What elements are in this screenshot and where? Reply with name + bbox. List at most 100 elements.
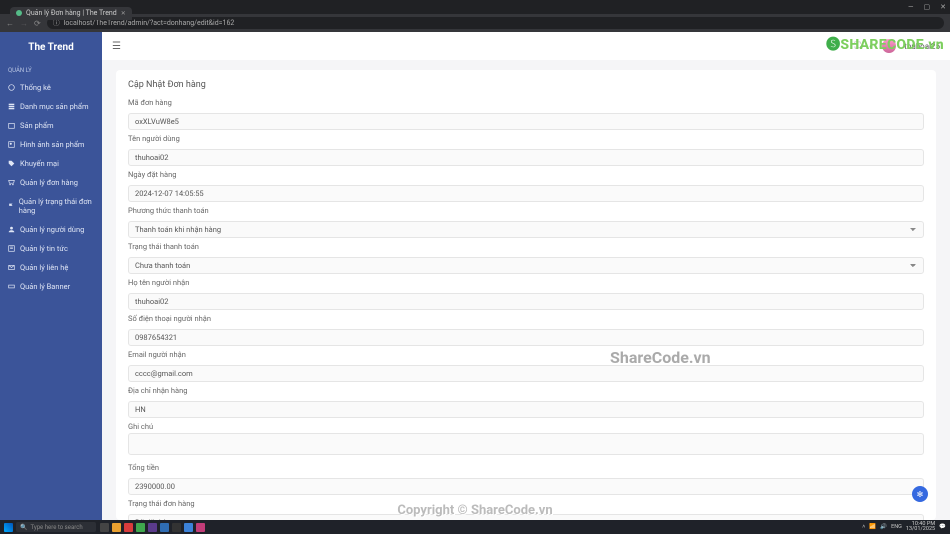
info-icon: ⓘ bbox=[53, 18, 60, 28]
sidebar-item-stats[interactable]: Thống kê bbox=[0, 78, 102, 97]
sidebar-item-products[interactable]: Sản phẩm bbox=[0, 116, 102, 135]
sidebar-item-label: Hình ảnh sản phẩm bbox=[20, 140, 85, 149]
clock-date: 13/01/2025 bbox=[906, 527, 935, 533]
tab-title: Quản lý Đơn hàng | The Trend bbox=[26, 9, 117, 17]
sidebar-item-label: Quản lý tin tức bbox=[20, 244, 68, 253]
label-recipient-phone: Số điện thoại người nhận bbox=[128, 314, 924, 323]
topbar: ☰ ⛶ ◐ thuhoai25 bbox=[102, 32, 950, 60]
label-recipient-address: Địa chỉ nhận hàng bbox=[128, 386, 924, 395]
sidebar-item-product-images[interactable]: Hình ảnh sản phẩm bbox=[0, 135, 102, 154]
search-placeholder: Type here to search bbox=[30, 524, 82, 531]
label-order-id: Mã đơn hàng bbox=[128, 98, 924, 107]
taskbar-clock[interactable]: 10:40 PM 13/01/2025 bbox=[906, 522, 935, 533]
input-recipient-name[interactable] bbox=[128, 293, 924, 310]
sidebar-item-label: Danh mục sản phẩm bbox=[20, 102, 89, 111]
url-text: localhost/TheTrend/admin/?act=donhang/ed… bbox=[64, 19, 235, 27]
flag-icon bbox=[8, 203, 14, 210]
tray-notifications-icon[interactable]: 💬 bbox=[939, 524, 946, 530]
fab-chat-icon[interactable]: ✻ bbox=[912, 486, 928, 502]
nav-back-icon[interactable]: ← bbox=[6, 19, 14, 28]
sidebar-section-label: QUẢN LÝ bbox=[0, 63, 102, 78]
sidebar-item-categories[interactable]: Danh mục sản phẩm bbox=[0, 97, 102, 116]
menu-toggle-icon[interactable]: ☰ bbox=[112, 41, 121, 52]
sidebar-item-label: Quản lý đơn hàng bbox=[20, 178, 78, 187]
browser-url-bar: ← → ⟳ ⓘ localhost/TheTrend/admin/?act=do… bbox=[0, 14, 950, 32]
taskbar-app-7[interactable] bbox=[184, 523, 193, 532]
input-order-date[interactable] bbox=[128, 185, 924, 202]
label-recipient-name: Họ tên người nhận bbox=[128, 278, 924, 287]
sidebar-item-order-status[interactable]: Quản lý trạng thái đơn hàng bbox=[0, 192, 102, 220]
select-payment-status[interactable]: Chưa thanh toán bbox=[128, 257, 924, 274]
search-icon: 🔍 bbox=[20, 524, 27, 531]
tag-icon bbox=[8, 160, 15, 167]
nav-forward-icon[interactable]: → bbox=[20, 19, 28, 28]
tray-wifi-icon[interactable]: 📶 bbox=[869, 524, 876, 530]
taskbar-search[interactable]: 🔍Type here to search bbox=[16, 522, 96, 532]
sidebar: The Trend QUẢN LÝ Thống kê Danh mục sản … bbox=[0, 32, 102, 520]
label-order-date: Ngày đặt hàng bbox=[128, 170, 924, 179]
textarea-notes[interactable] bbox=[128, 433, 924, 455]
cart-icon bbox=[8, 179, 15, 186]
sidebar-item-label: Quản lý người dùng bbox=[20, 225, 84, 234]
fullscreen-icon[interactable]: ⛶ bbox=[855, 41, 861, 51]
label-payment-method: Phương thức thanh toán bbox=[128, 206, 924, 215]
win-close[interactable]: ✕ bbox=[940, 3, 946, 11]
label-total: Tổng tiền bbox=[128, 463, 924, 472]
avatar[interactable] bbox=[882, 39, 896, 53]
taskbar-app-5[interactable] bbox=[160, 523, 169, 532]
box-icon bbox=[8, 122, 15, 129]
input-total[interactable] bbox=[128, 478, 924, 495]
input-recipient-phone[interactable] bbox=[128, 329, 924, 346]
url-input[interactable]: ⓘ localhost/TheTrend/admin/?act=donhang/… bbox=[47, 17, 944, 29]
tray-speaker-icon[interactable]: 🔊 bbox=[880, 524, 887, 530]
sidebar-item-news[interactable]: Quản lý tin tức bbox=[0, 239, 102, 258]
list-icon bbox=[8, 103, 15, 110]
tab-close-icon[interactable]: ✕ bbox=[121, 10, 126, 17]
taskbar-app-3[interactable] bbox=[136, 523, 145, 532]
brand-title: The Trend bbox=[0, 32, 102, 63]
windows-taskbar: 🔍Type here to search ˄ 📶 🔊 ENG 10:40 PM … bbox=[0, 520, 950, 534]
label-payment-status: Trạng thái thanh toán bbox=[128, 242, 924, 251]
sidebar-item-label: Sản phẩm bbox=[20, 121, 54, 130]
form-card: Cập Nhật Đơn hàng Mã đơn hàng Tên người … bbox=[116, 70, 936, 520]
label-username: Tên người dùng bbox=[128, 134, 924, 143]
taskbar-app-8[interactable] bbox=[196, 523, 205, 532]
sidebar-item-orders[interactable]: Quản lý đơn hàng bbox=[0, 173, 102, 192]
input-order-id[interactable] bbox=[128, 113, 924, 130]
card-title: Cập Nhật Đơn hàng bbox=[128, 80, 924, 90]
sidebar-item-users[interactable]: Quản lý người dùng bbox=[0, 220, 102, 239]
username-label: thuhoai25 bbox=[904, 42, 940, 51]
favicon-icon bbox=[16, 10, 22, 16]
input-recipient-address[interactable] bbox=[128, 401, 924, 418]
sidebar-item-label: Quản lý liên hệ bbox=[20, 263, 68, 272]
sidebar-item-promotions[interactable]: Khuyến mại bbox=[0, 154, 102, 173]
taskbar-app-6[interactable] bbox=[172, 523, 181, 532]
win-maximize[interactable]: ▢ bbox=[924, 3, 931, 11]
mail-icon bbox=[8, 264, 15, 271]
input-recipient-email[interactable] bbox=[128, 365, 924, 382]
window-titlebar: — ▢ ✕ bbox=[0, 0, 950, 14]
label-recipient-email: Email người nhận bbox=[128, 350, 924, 359]
browser-tab[interactable]: Quản lý Đơn hàng | The Trend ✕ bbox=[10, 7, 132, 20]
label-order-status: Trạng thái đơn hàng bbox=[128, 499, 924, 508]
sidebar-item-contact[interactable]: Quản lý liên hệ bbox=[0, 258, 102, 277]
taskbar-app-1[interactable] bbox=[112, 523, 121, 532]
sidebar-item-banner[interactable]: Quản lý Banner bbox=[0, 277, 102, 296]
tray-chevron-icon[interactable]: ˄ bbox=[862, 524, 865, 530]
win-minimize[interactable]: — bbox=[908, 3, 913, 11]
sidebar-item-label: Quản lý Banner bbox=[20, 282, 70, 291]
start-button[interactable] bbox=[4, 523, 13, 532]
sidebar-item-label: Thống kê bbox=[20, 83, 51, 92]
taskbar-app-4[interactable] bbox=[148, 523, 157, 532]
image-icon bbox=[8, 141, 15, 148]
select-payment-method[interactable]: Thanh toán khi nhận hàng bbox=[128, 221, 924, 238]
input-username[interactable] bbox=[128, 149, 924, 166]
user-icon bbox=[8, 226, 15, 233]
speedometer-icon bbox=[8, 84, 15, 91]
sidebar-item-label: Khuyến mại bbox=[20, 159, 59, 168]
theme-toggle-icon[interactable]: ◐ bbox=[869, 41, 874, 52]
nav-reload-icon[interactable]: ⟳ bbox=[34, 19, 41, 28]
taskbar-app-2[interactable] bbox=[124, 523, 133, 532]
tray-lang-icon[interactable]: ENG bbox=[891, 524, 902, 530]
task-view-icon[interactable] bbox=[100, 523, 109, 532]
